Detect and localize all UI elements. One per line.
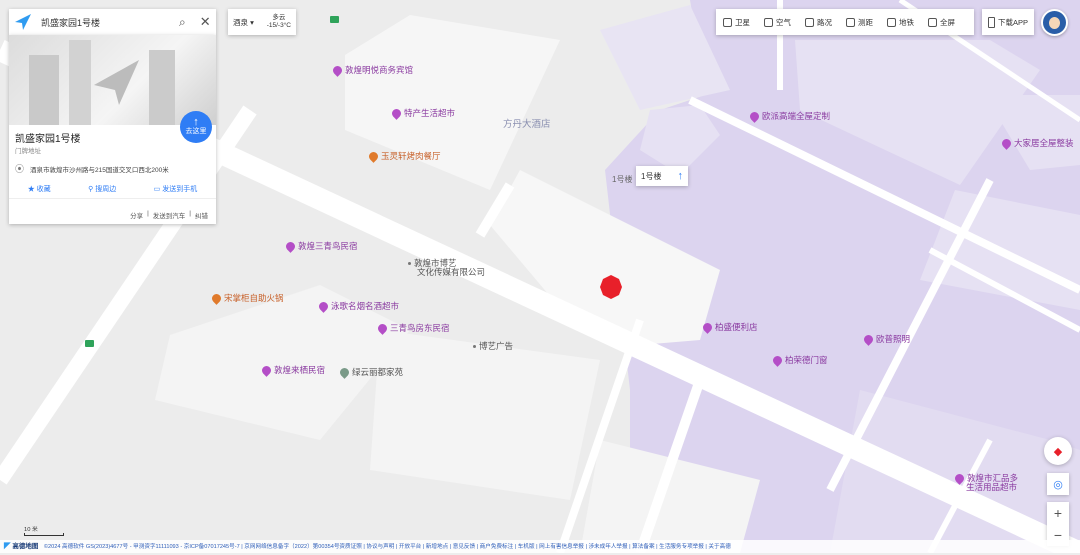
- logo: ◤ 高德地图: [4, 543, 39, 550]
- poi[interactable]: 欧派高端全屋定制: [748, 109, 830, 123]
- send-to-car-link[interactable]: 发送到汽车: [153, 210, 186, 220]
- poi-pin-icon: [1000, 136, 1013, 150]
- place-photo: ↑ 去这里: [9, 35, 216, 143]
- amap-logo-icon: ◤: [4, 543, 11, 550]
- fullscreen-icon: [928, 17, 937, 27]
- area-label: 方丹大酒店: [503, 119, 551, 130]
- crosshair-icon: ◎: [1053, 478, 1063, 491]
- poi[interactable]: 三青鸟房东民宿: [376, 321, 450, 335]
- restaurant-pin-icon: [210, 291, 223, 305]
- share-link[interactable]: 分享: [130, 210, 143, 220]
- poi-pin-icon: [953, 471, 966, 485]
- weather-temp: -15/-3°C: [266, 22, 291, 29]
- copyright-text[interactable]: ©2024 高德软件 GS(2023)4677号 - 甲测资字11111093 …: [44, 544, 731, 550]
- traffic-light-icon: [805, 17, 814, 27]
- subway-button[interactable]: 地铁: [880, 9, 921, 35]
- avatar-face-icon: [1049, 17, 1060, 29]
- poi-pin-icon: [317, 299, 330, 313]
- location-icon: ⚲: [88, 186, 94, 193]
- weather-city: 酒泉 ▾: [233, 17, 254, 27]
- satellite-icon: [723, 17, 732, 27]
- poi-subtitle: 生活用品超市: [966, 482, 1018, 492]
- poi[interactable]: 敦煌明悦商务宾馆: [331, 63, 413, 77]
- go-here-button[interactable]: ↑ 去这里: [180, 111, 212, 143]
- poi-pin-icon: [701, 320, 714, 334]
- place-type: 门牌地址: [15, 148, 41, 155]
- phone-icon: ▭: [153, 186, 161, 193]
- building-footprint: [370, 330, 600, 500]
- close-icon[interactable]: ✕: [200, 14, 211, 30]
- poi[interactable]: 特产生活超市: [390, 106, 455, 120]
- navigate-arrow-icon[interactable]: ↑: [678, 170, 684, 182]
- poi-pin-icon: [771, 353, 784, 367]
- poi[interactable]: 敦煌来栖民宿: [260, 363, 325, 377]
- search-box: ⌕ ✕: [9, 9, 216, 35]
- star-icon: ★: [27, 186, 35, 193]
- poi[interactable]: 宋掌柜自助火锅: [210, 291, 284, 305]
- restaurant-pin-icon: [367, 149, 380, 163]
- poi-pin-icon: [331, 63, 344, 77]
- air-icon: [764, 17, 773, 27]
- bus-stop-icon: [85, 340, 94, 347]
- poi[interactable]: 敦煌三青鸟民宿: [284, 239, 358, 253]
- send-to-phone-button[interactable]: ▭ 发送到手机: [154, 184, 198, 194]
- search-input[interactable]: [39, 16, 173, 28]
- ruler-icon: [846, 17, 855, 27]
- poi-pin-icon: [284, 239, 297, 253]
- poi[interactable]: 欧普照明: [862, 332, 910, 346]
- traffic-button[interactable]: 路况: [798, 9, 839, 35]
- air-button[interactable]: 空气: [757, 9, 798, 35]
- download-app-button[interactable]: 下载APP: [982, 9, 1034, 35]
- poi[interactable]: 玉灵轩烤肉餐厅: [367, 149, 441, 163]
- poi-dot-icon: [473, 344, 476, 348]
- poi-dot-icon: [408, 261, 411, 265]
- report-error-link[interactable]: 纠错: [195, 210, 208, 220]
- poi-pin-icon: [260, 363, 273, 377]
- marker-label: 1号楼: [641, 171, 662, 181]
- marker-tooltip[interactable]: 1号楼 ↑: [636, 166, 688, 186]
- building-label: 1号楼: [612, 175, 633, 184]
- residence-pin-icon: [338, 365, 351, 379]
- favorite-button[interactable]: ★ 收藏: [28, 184, 51, 194]
- scale-bar: 10 米: [24, 524, 64, 536]
- place-name: 凯盛家园1号楼: [15, 134, 81, 145]
- place-actions: ★ 收藏 ⚲ 搜周边 ▭ 发送到手机: [9, 180, 216, 199]
- poi[interactable]: 柏盛便利店: [701, 320, 758, 334]
- map-toolbar: 卫星 空气 路况 测距 地铁 全屏: [716, 9, 974, 35]
- compass-icon: ◆: [1053, 445, 1063, 458]
- place-card: ↑ 去这里 凯盛家园1号楼 门牌地址 ⦿ 酒泉市敦煌市沙州路与215国道交叉口西…: [9, 35, 216, 224]
- weather-condition: 多云: [272, 14, 286, 22]
- copyright-bar: ◤ 高德地图 ©2024 高德软件 GS(2023)4677号 - 甲测资字11…: [0, 540, 1080, 553]
- place-links: 分享 | 发送到汽车 | 纠错: [130, 210, 208, 220]
- nearby-button[interactable]: ⚲ 搜周边: [88, 184, 116, 194]
- building-photo-icon: [29, 40, 175, 125]
- ruler-button[interactable]: 测距: [839, 9, 880, 35]
- subway-icon: [887, 17, 896, 27]
- place-address: ⦿ 酒泉市敦煌市沙州路与215国道交叉口西北200米: [15, 164, 169, 174]
- go-arrow-icon: ↑: [193, 116, 199, 128]
- gaode-logo-icon: [15, 14, 31, 30]
- poi-pin-icon: [390, 106, 403, 120]
- location-pin-icon: ⦿: [15, 164, 25, 174]
- mobile-icon: [987, 16, 995, 28]
- poi-subtitle: 文化传媒有限公司: [417, 267, 486, 277]
- satellite-button[interactable]: 卫星: [716, 9, 757, 35]
- poi[interactable]: 大家居全屋整装: [1000, 136, 1074, 150]
- weather-widget[interactable]: 酒泉 ▾ 多云 -15/-3°C: [228, 9, 296, 35]
- poi[interactable]: 泳歌名烟名酒超市: [317, 299, 399, 313]
- weather-info: 多云 -15/-3°C: [267, 14, 291, 30]
- zoom-in-button[interactable]: +: [1054, 505, 1062, 521]
- poi[interactable]: 绿云丽都家苑: [338, 365, 403, 379]
- poi-pin-icon: [376, 321, 389, 335]
- bus-stop-icon: [330, 16, 339, 23]
- search-icon[interactable]: ⌕: [179, 15, 186, 30]
- poi-pin-icon: [748, 109, 761, 123]
- poi[interactable]: 柏荣德门窗: [771, 353, 828, 367]
- poi-pin-icon: [862, 332, 875, 346]
- poi[interactable]: 博艺广告: [473, 340, 513, 352]
- fullscreen-button[interactable]: 全屏: [921, 9, 962, 35]
- locate-button[interactable]: ◎: [1047, 473, 1069, 495]
- compass-button[interactable]: ◆: [1044, 437, 1072, 465]
- user-avatar[interactable]: [1041, 9, 1068, 36]
